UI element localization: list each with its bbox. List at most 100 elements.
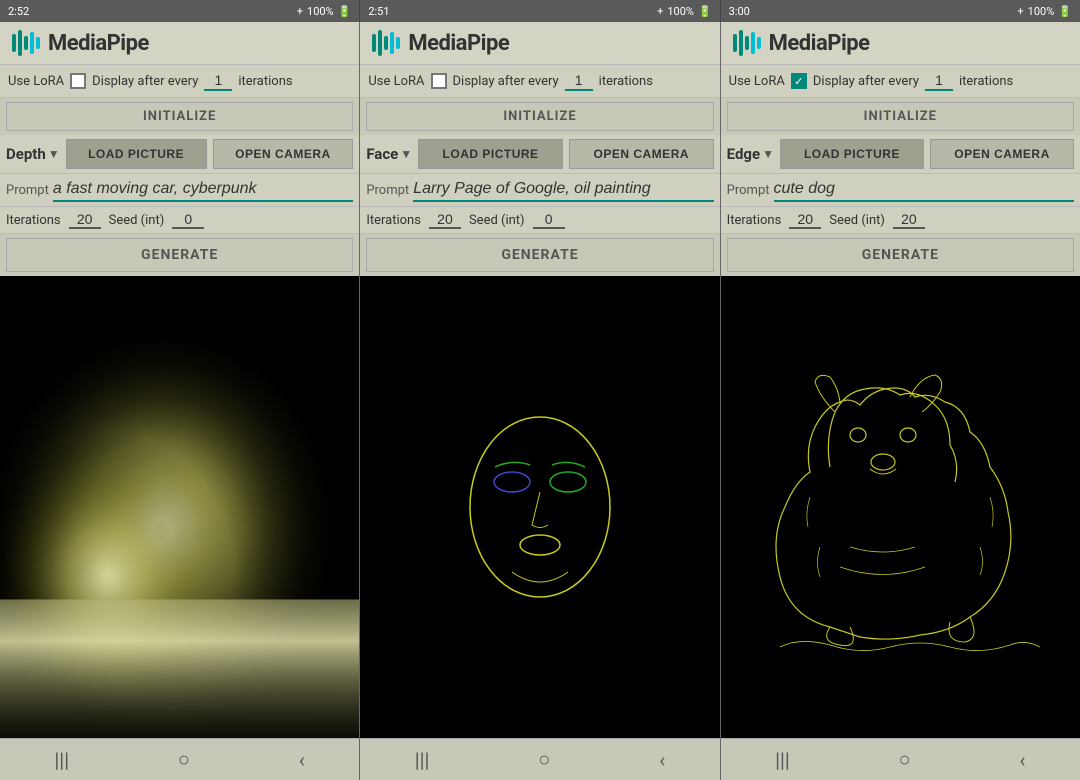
chevron-icon-1: ▼ [48, 147, 60, 161]
logo-bar-1b [18, 30, 22, 56]
prompt-input-3[interactable] [774, 178, 1074, 202]
seed-input-2[interactable] [533, 211, 565, 229]
app-header-2: MediaPipe [360, 22, 719, 65]
display-iter-input-3[interactable] [925, 71, 953, 91]
seed-input-3[interactable] [893, 211, 925, 229]
prompt-input-2[interactable] [413, 178, 713, 202]
logo-bar-1e [36, 37, 40, 49]
status-bar-3: 3:00 + 100% 🔋 [721, 0, 1080, 22]
mode-select-1[interactable]: Depth ▼ [6, 145, 60, 163]
iterations-input-2[interactable] [429, 211, 461, 229]
nav-home-icon-2[interactable]: ○ [538, 747, 550, 772]
nav-menu-icon-1[interactable]: ||| [54, 748, 69, 772]
iter-label-3: iterations [959, 74, 1013, 89]
initialize-btn-1[interactable]: INITIALIZE [6, 102, 353, 131]
display-label-1: Display after every [92, 74, 198, 89]
iterations-input-3[interactable] [789, 211, 821, 229]
mode-select-3[interactable]: Edge ▼ [727, 145, 774, 163]
mode-label-2: Face [366, 145, 398, 163]
image-area-1 [0, 276, 359, 738]
iter-seed-row-2: Iterations Seed (int) [360, 207, 719, 234]
load-picture-btn-1[interactable]: LOAD PICTURE [66, 139, 207, 169]
iter-label-1: iterations [238, 74, 292, 89]
iterations-input-1[interactable] [69, 211, 101, 229]
prompt-label-2: Prompt [366, 183, 409, 198]
generate-btn-3[interactable]: GENERATE [727, 238, 1074, 272]
seed-label-3: Seed (int) [829, 213, 885, 228]
iter-seed-row-3: Iterations Seed (int) [721, 207, 1080, 234]
mode-label-1: Depth [6, 145, 46, 163]
app-title-2: MediaPipe [408, 31, 509, 56]
nav-back-icon-1[interactable]: ‹ [299, 748, 305, 772]
mode-row-2: Face ▼ LOAD PICTURE OPEN CAMERA [360, 135, 719, 174]
panel-2: MediaPipe Use LoRA Display after every i… [360, 22, 720, 780]
prompt-input-1[interactable] [53, 178, 353, 202]
app-header-1: MediaPipe [0, 22, 359, 65]
controls-row-3: Use LoRA Display after every iterations [721, 65, 1080, 98]
status-battery-3: + 100% 🔋 [1017, 5, 1072, 18]
nav-back-icon-2[interactable]: ‹ [659, 748, 665, 772]
mediapipe-logo-1 [12, 30, 40, 56]
display-iter-input-2[interactable] [565, 71, 593, 91]
nav-back-icon-3[interactable]: ‹ [1020, 748, 1026, 772]
load-picture-btn-3[interactable]: LOAD PICTURE [780, 139, 924, 169]
dog-image [721, 276, 1080, 738]
nav-menu-icon-3[interactable]: ||| [775, 748, 790, 772]
lora-checkbox-3[interactable] [791, 73, 807, 89]
mode-label-3: Edge [727, 145, 760, 163]
seed-label-1: Seed (int) [109, 213, 165, 228]
seed-input-1[interactable] [172, 211, 204, 229]
initialize-btn-3[interactable]: INITIALIZE [727, 102, 1074, 131]
lora-label-1: Use LoRA [8, 74, 64, 89]
load-picture-btn-2[interactable]: LOAD PICTURE [418, 139, 563, 169]
logo-bar-2a [372, 34, 376, 52]
mode-select-2[interactable]: Face ▼ [366, 145, 412, 163]
iter-label-2: iterations [599, 74, 653, 89]
face-image [360, 276, 719, 738]
status-time-3: 3:00 [729, 5, 750, 18]
nav-bar-1: ||| ○ ‹ [0, 738, 359, 780]
logo-bar-2e [396, 37, 400, 49]
display-label-2: Display after every [453, 74, 559, 89]
status-bars: 2:52 + 100% 🔋 2:51 + 100% 🔋 3:00 + 100% … [0, 0, 1080, 22]
generate-btn-2[interactable]: GENERATE [366, 238, 713, 272]
nav-home-icon-1[interactable]: ○ [178, 747, 190, 772]
chevron-icon-2: ▼ [400, 147, 412, 161]
logo-bar-1a [12, 34, 16, 52]
mode-row-1: Depth ▼ LOAD PICTURE OPEN CAMERA [0, 135, 359, 174]
iterations-label-1: Iterations [6, 213, 61, 228]
controls-row-2: Use LoRA Display after every iterations [360, 65, 719, 98]
prompt-label-3: Prompt [727, 183, 770, 198]
nav-home-icon-3[interactable]: ○ [899, 747, 911, 772]
nav-menu-icon-2[interactable]: ||| [415, 748, 430, 772]
prompt-label-1: Prompt [6, 183, 49, 198]
iterations-label-3: Iterations [727, 213, 782, 228]
logo-bar-2d [390, 32, 394, 54]
nav-bar-2: ||| ○ ‹ [360, 738, 719, 780]
prompt-row-1: Prompt [0, 174, 359, 207]
display-iter-input-1[interactable] [204, 71, 232, 91]
initialize-btn-2[interactable]: INITIALIZE [366, 102, 713, 131]
status-time-2: 2:51 [368, 5, 389, 18]
status-bar-1: 2:52 + 100% 🔋 [0, 0, 360, 22]
lora-label-3: Use LoRA [729, 74, 785, 89]
mediapipe-logo-3 [733, 30, 761, 56]
logo-bar-3c [745, 36, 749, 50]
open-camera-btn-3[interactable]: OPEN CAMERA [930, 139, 1074, 169]
prompt-row-3: Prompt [721, 174, 1080, 207]
open-camera-btn-2[interactable]: OPEN CAMERA [569, 139, 714, 169]
lora-checkbox-2[interactable] [431, 73, 447, 89]
logo-bar-3d [751, 32, 755, 54]
open-camera-btn-1[interactable]: OPEN CAMERA [213, 139, 354, 169]
status-battery-2: + 100% 🔋 [657, 5, 712, 18]
depth-image [0, 276, 359, 738]
generate-btn-1[interactable]: GENERATE [6, 238, 353, 272]
logo-bar-1d [30, 32, 34, 54]
image-area-3 [721, 276, 1080, 738]
logo-bar-2c [384, 36, 388, 50]
app-title-3: MediaPipe [769, 31, 870, 56]
panel-3: MediaPipe Use LoRA Display after every i… [721, 22, 1080, 780]
seed-label-2: Seed (int) [469, 213, 525, 228]
lora-checkbox-1[interactable] [70, 73, 86, 89]
dog-svg [750, 347, 1050, 667]
